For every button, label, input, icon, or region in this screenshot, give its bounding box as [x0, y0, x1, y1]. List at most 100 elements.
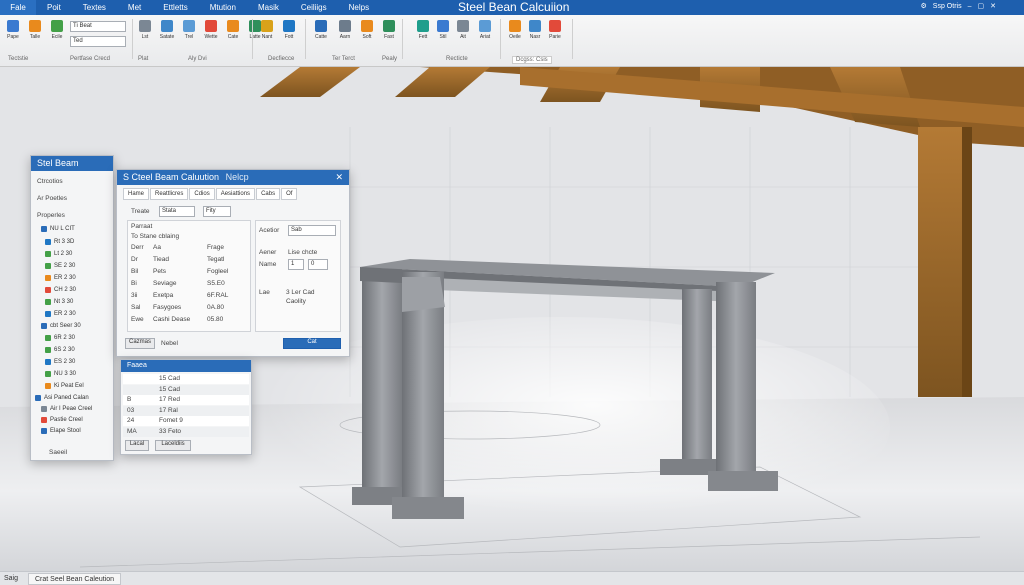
- tree-item[interactable]: Elape Stool: [41, 428, 81, 434]
- name-field-2[interactable]: 0: [308, 259, 328, 270]
- menu-item-met[interactable]: Met: [117, 3, 152, 12]
- canvas-button[interactable]: Cazmas: [125, 338, 155, 349]
- ribbon-separator: [252, 19, 253, 59]
- user-label[interactable]: Ssp Otris: [933, 3, 962, 10]
- style-combo[interactable]: Ti Beat: [70, 21, 126, 32]
- menu-item-point[interactable]: Poit: [36, 3, 72, 12]
- tree-item[interactable]: NU L CIT: [41, 226, 75, 232]
- menu-item-masik[interactable]: Masik: [247, 3, 290, 12]
- side-item-3[interactable]: Properles: [37, 212, 65, 219]
- tree-item[interactable]: 6S 2 30: [45, 347, 75, 353]
- ok-button[interactable]: Cat: [283, 338, 341, 349]
- nasr-button[interactable]: Nasr: [524, 18, 546, 48]
- table-row[interactable]: [123, 395, 249, 405]
- table-cell: 17 Ral: [159, 406, 178, 414]
- tab-extra[interactable]: Of: [281, 188, 298, 200]
- tab-associations[interactable]: Aesiattions: [215, 188, 256, 200]
- tree-item[interactable]: cbt Seer 30: [41, 323, 81, 329]
- param-cell: 05.80: [207, 316, 224, 323]
- dialog-close-icon[interactable]: ✕: [335, 170, 343, 185]
- menu-item-nelps[interactable]: Nelps: [338, 3, 380, 12]
- tree-item[interactable]: ER 2 30: [45, 311, 76, 317]
- table-button[interactable]: Talle: [24, 18, 46, 48]
- treat-select[interactable]: Stata: [159, 206, 195, 217]
- tree-item[interactable]: Nt 3 30: [45, 299, 73, 305]
- tree-item[interactable]: Asi Paned Calan: [35, 395, 89, 401]
- parie-button[interactable]: Parie: [544, 18, 566, 48]
- soft-button[interactable]: Soft: [356, 18, 378, 48]
- list-button[interactable]: Lst: [134, 18, 156, 48]
- ribbon-toolbar: Pape Talle Ecile Ti Beat Ted Lst Satate …: [0, 15, 1024, 67]
- viewport-3d[interactable]: Stel Beam Ctrcotios Ar Poetles Properles…: [0, 67, 1024, 585]
- still-button[interactable]: Stil: [432, 18, 454, 48]
- table-row[interactable]: [123, 384, 249, 395]
- rotate-button[interactable]: Satate: [156, 18, 178, 48]
- side-item-2[interactable]: Ar Poetles: [37, 195, 67, 202]
- beam-icon: [417, 20, 429, 32]
- fast-button[interactable]: Fast: [378, 18, 400, 48]
- tree-item[interactable]: Pastie Creel: [41, 417, 83, 423]
- menu-item-ettletts[interactable]: Ettletts: [152, 3, 198, 12]
- param-cell: Exetpa: [153, 292, 174, 299]
- cut-button[interactable]: Cate: [222, 18, 244, 48]
- table-row[interactable]: [123, 374, 249, 384]
- minimize-icon[interactable]: –: [968, 3, 972, 10]
- list-icon: [139, 20, 151, 32]
- tab-cabs[interactable]: Cabs: [256, 188, 281, 200]
- settings-icon[interactable]: ⚙: [921, 2, 927, 10]
- ariat-button[interactable]: Ariat: [474, 18, 496, 48]
- table-row[interactable]: [123, 405, 249, 416]
- ait-button[interactable]: Ait: [452, 18, 474, 48]
- tree-item[interactable]: Ki Peat Eel: [45, 383, 84, 389]
- cut-tool-button[interactable]: Catte: [310, 18, 332, 48]
- dialog-title: S Cteel Beam Caluution: [123, 172, 220, 182]
- width-button[interactable]: Wette: [200, 18, 222, 48]
- close-icon[interactable]: ✕: [990, 2, 996, 10]
- lacel-button[interactable]: Laceldiis: [155, 440, 191, 451]
- menu-item-ceiliigs[interactable]: Ceiliigs: [290, 3, 338, 12]
- tree-item[interactable]: Air I Peae Creel: [41, 406, 92, 412]
- dialog-help[interactable]: Nelcp: [226, 172, 249, 182]
- tree-item[interactable]: SE 2 30: [45, 263, 75, 269]
- table-row[interactable]: [123, 426, 249, 437]
- fit-button[interactable]: Fett: [412, 18, 434, 48]
- insert-button[interactable]: Nant: [256, 18, 278, 48]
- arc-button[interactable]: Aarn: [334, 18, 356, 48]
- tab-home[interactable]: Hame: [123, 188, 150, 200]
- font-button[interactable]: Fott: [278, 18, 300, 48]
- tree-item[interactable]: 6R 2 30: [45, 335, 75, 341]
- tree-item[interactable]: Rt 3 3D: [45, 239, 74, 245]
- tab-codes[interactable]: Cdios: [189, 188, 215, 200]
- tree-item[interactable]: Lt 2 30: [45, 251, 72, 257]
- param-cell: Dr: [131, 256, 138, 263]
- menu-item-textes[interactable]: Textes: [72, 3, 117, 12]
- oeile-button[interactable]: Oeile: [504, 18, 526, 48]
- edit-button[interactable]: Ecile: [46, 18, 68, 48]
- name-label: Name: [259, 261, 277, 268]
- name-field-1[interactable]: 1: [288, 259, 304, 270]
- menu-file[interactable]: Fale: [0, 0, 36, 15]
- group-label-active[interactable]: Dcgss: Csis: [512, 56, 552, 64]
- fity-select[interactable]: Fity: [203, 206, 231, 217]
- tree-item[interactable]: ES 2 30: [45, 359, 75, 365]
- paste-button[interactable]: Pape: [2, 18, 24, 48]
- aceletor-select[interactable]: Sab: [288, 225, 336, 236]
- tab-restrictions[interactable]: Reattlicres: [150, 188, 189, 200]
- font-combo[interactable]: Ted: [70, 36, 126, 47]
- lar-value: 3 Ler Cad: [286, 289, 315, 296]
- result-group: Acetior Sab Aener Lise chcte Name 1 0 La…: [255, 220, 341, 332]
- local-button[interactable]: Lacal: [125, 440, 149, 451]
- table-cell: MA: [127, 427, 137, 435]
- tree-item[interactable]: ER 2 30: [45, 275, 76, 281]
- side-item-1[interactable]: Ctrcotios: [37, 178, 63, 185]
- param-cell: Fasygoes: [153, 304, 182, 311]
- menu-item-mtution[interactable]: Mtution: [199, 3, 247, 12]
- tree-item[interactable]: NU 3 30: [45, 371, 76, 377]
- tool-button[interactable]: Trel: [178, 18, 200, 48]
- table-row[interactable]: [123, 416, 249, 426]
- maximize-icon[interactable]: ▢: [978, 2, 985, 10]
- ruler-icon: [457, 20, 469, 32]
- dialog-tabs: Hame Reattlicres Cdios Aesiattions Cabs Of: [123, 188, 298, 200]
- tree-item[interactable]: CH 2 30: [45, 287, 76, 293]
- label-button[interactable]: Nebel: [161, 340, 178, 347]
